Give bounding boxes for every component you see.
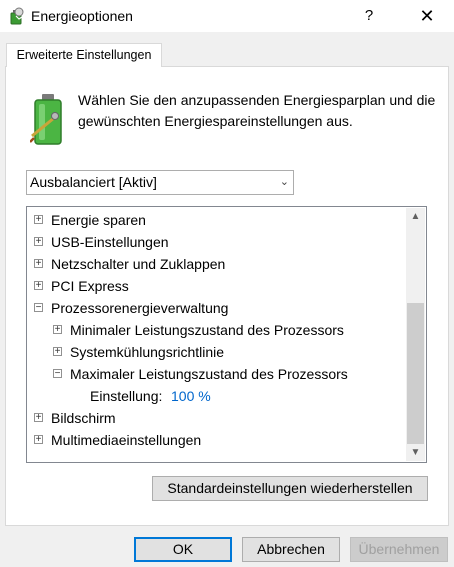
tree-item-usb-einstellungen[interactable]: + USB-Einstellungen	[27, 231, 405, 253]
scroll-up-icon[interactable]: ▲	[406, 208, 425, 225]
restore-defaults-button[interactable]: Standardeinstellungen wiederherstellen	[152, 476, 428, 501]
cancel-button[interactable]: Abbrechen	[242, 537, 340, 562]
tree-item-label: Minimaler Leistungszustand des Prozessor…	[70, 322, 344, 338]
expand-icon[interactable]: +	[34, 281, 43, 291]
window-title: Energieoptionen	[31, 8, 133, 24]
expand-icon[interactable]: +	[34, 215, 43, 225]
scroll-down-icon[interactable]: ▼	[406, 444, 425, 461]
battery-icon	[30, 94, 62, 145]
tree-item-label: Maximaler Leistungszustand des Prozessor…	[70, 366, 348, 382]
tree-item-minimaler-leistungszustand[interactable]: + Minimaler Leistungszustand des Prozess…	[27, 319, 405, 341]
tree-item-multimediaeinstellungen[interactable]: + Multimediaeinstellungen	[27, 429, 405, 451]
tree-item-label: PCI Express	[51, 278, 129, 294]
tree-item-prozessorenergieverwaltung[interactable]: − Prozessorenergieverwaltung	[27, 297, 405, 319]
description-text: Wählen Sie den anzupassenden Energiespar…	[78, 92, 436, 129]
setting-value-link[interactable]: 100 %	[171, 385, 211, 407]
power-plan-select[interactable]: Ausbalanciert [Aktiv] ⌄	[26, 170, 294, 195]
tree-item-pci-express[interactable]: + PCI Express	[27, 275, 405, 297]
tree-item-energie-sparen[interactable]: + Energie sparen	[27, 209, 405, 231]
collapse-icon[interactable]: −	[34, 303, 43, 313]
tree-item-label: Energie sparen	[51, 212, 146, 228]
setting-label: Einstellung:	[90, 388, 163, 404]
expand-icon[interactable]: +	[53, 325, 62, 335]
power-options-icon	[10, 7, 24, 25]
expand-icon[interactable]: +	[34, 435, 43, 445]
vertical-scrollbar[interactable]: ▲ ▼	[406, 208, 425, 461]
power-plan-value: Ausbalanciert [Aktiv]	[30, 174, 157, 190]
tree-item-label: Prozessorenergieverwaltung	[51, 300, 229, 316]
tree-item-label: Multimediaeinstellungen	[51, 432, 202, 448]
apply-button[interactable]: Übernehmen	[350, 537, 448, 562]
tree-item-bildschirm[interactable]: + Bildschirm	[27, 407, 405, 429]
expand-icon[interactable]: +	[34, 259, 43, 269]
ok-button[interactable]: OK	[134, 537, 232, 562]
expand-icon[interactable]: +	[34, 237, 43, 247]
tree-item-netzschalter[interactable]: + Netzschalter und Zuklappen	[27, 253, 405, 275]
chevron-down-icon: ⌄	[279, 176, 289, 188]
tree-item-systemkuehlungsrichtlinie[interactable]: + Systemkühlungsrichtlinie	[27, 341, 405, 363]
expand-icon[interactable]: +	[34, 413, 43, 423]
help-button[interactable]: ?	[346, 0, 392, 32]
tree-item-label: USB-Einstellungen	[51, 234, 169, 250]
tree-item-label: Netzschalter und Zuklappen	[51, 256, 226, 272]
settings-tree[interactable]: + Energie sparen + USB-Einstellungen + N…	[26, 206, 427, 463]
expand-icon[interactable]: +	[53, 347, 62, 357]
close-button[interactable]: ✕	[404, 0, 450, 32]
title-bar: Energieoptionen ? ✕	[0, 0, 454, 32]
tree-item-maximaler-leistungszustand[interactable]: − Maximaler Leistungszustand des Prozess…	[27, 363, 405, 385]
scrollbar-thumb[interactable]	[407, 303, 424, 444]
collapse-icon[interactable]: −	[53, 369, 62, 379]
tree-item-einstellung: Einstellung: 100 %	[27, 385, 405, 407]
tree-item-label: Bildschirm	[51, 410, 116, 426]
tree-item-label: Systemkühlungsrichtlinie	[70, 344, 225, 360]
tab-advanced-settings[interactable]: Erweiterte Einstellungen	[6, 43, 162, 67]
